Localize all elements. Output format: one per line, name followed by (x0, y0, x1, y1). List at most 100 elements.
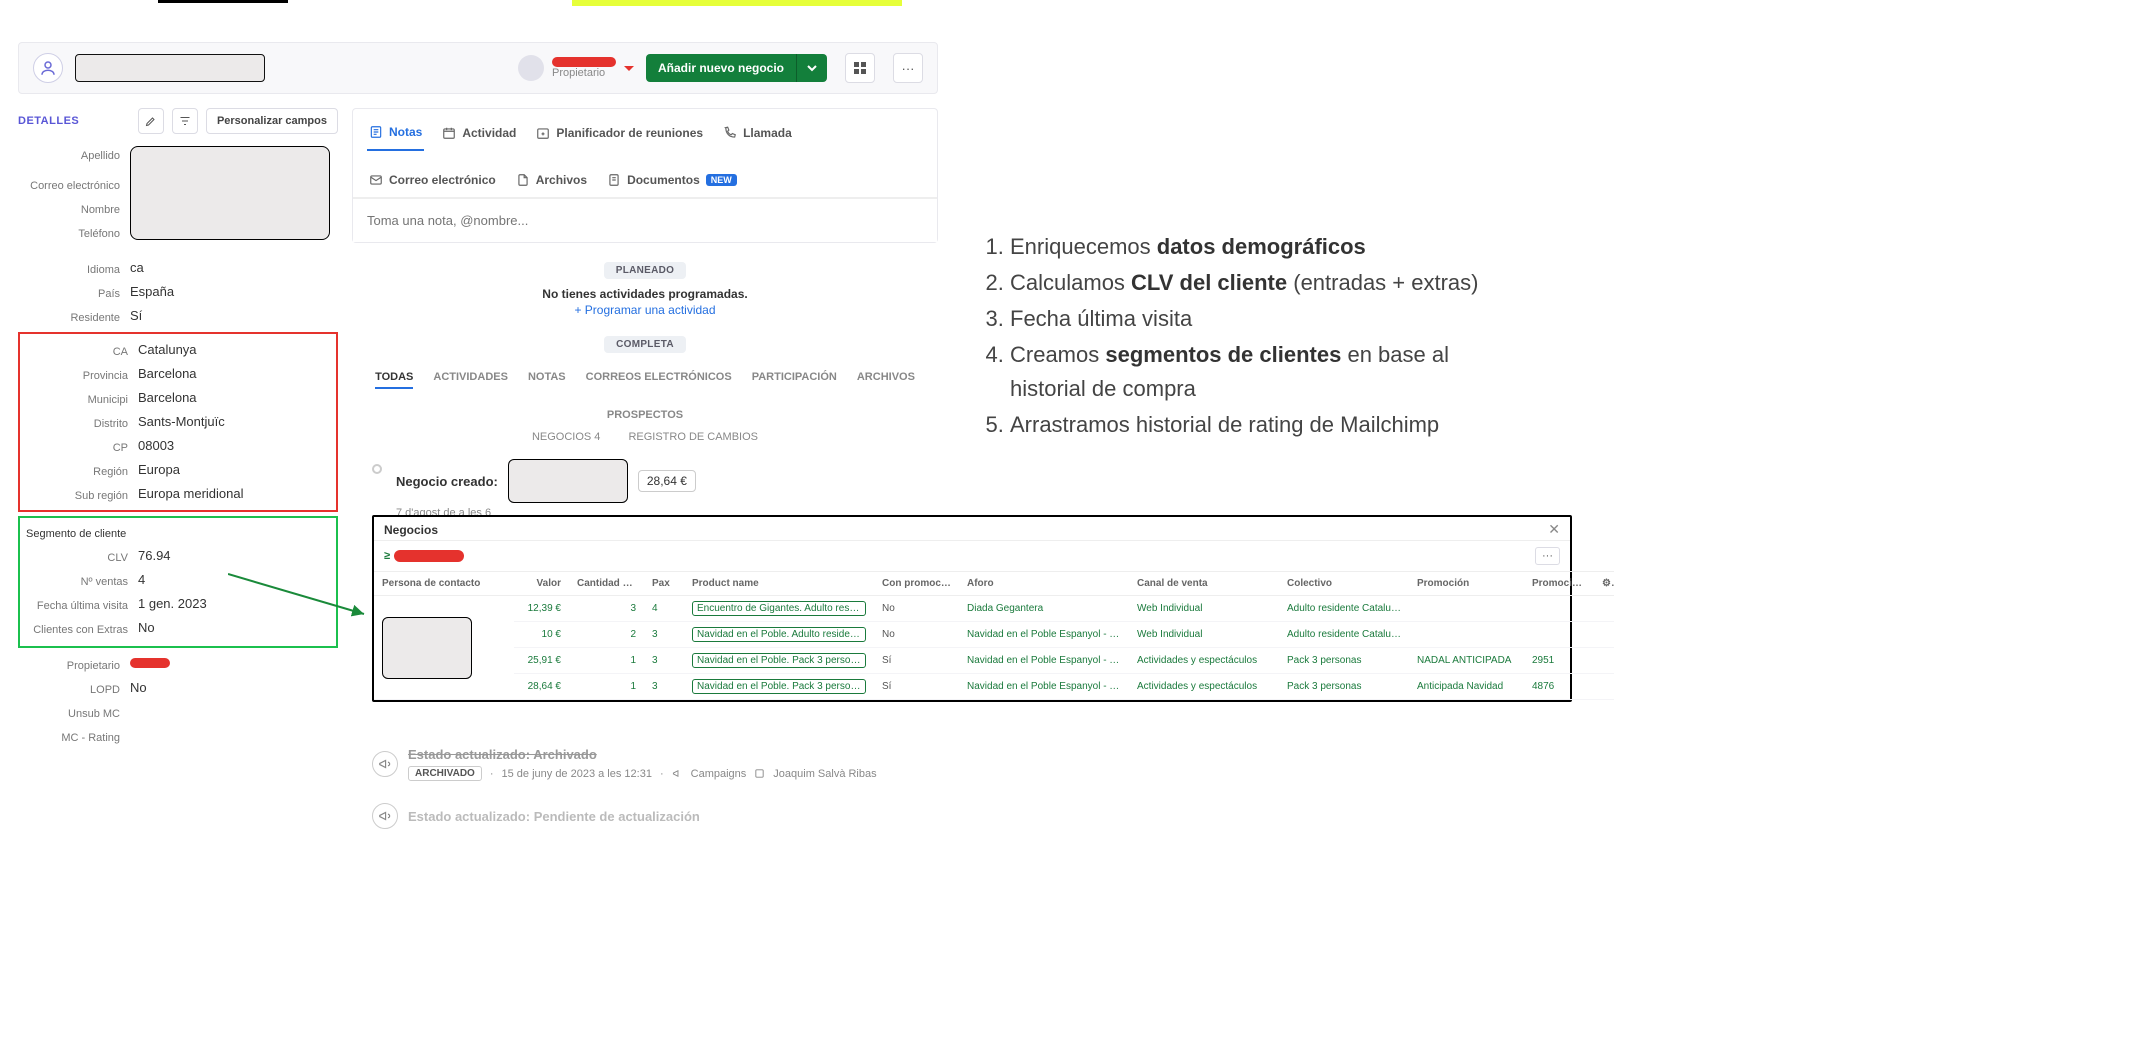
value-residente: Sí (130, 308, 142, 323)
value-idioma: ca (130, 260, 144, 275)
owner-name-redacted (552, 57, 616, 67)
decorative-highlight-yellow (572, 0, 902, 6)
table-row[interactable]: 25,91 €13Navidad en el Poble. Pack 3 per… (374, 648, 1614, 674)
filter-actividades[interactable]: ACTIVIDADES (433, 371, 508, 389)
col-aforo[interactable]: Aforo (959, 572, 1129, 596)
add-deal-button[interactable]: Añadir nuevo negocio (646, 54, 796, 82)
cell-aforo: Diada Gegantera (959, 596, 1129, 622)
owner-dropdown-caret[interactable] (624, 66, 634, 76)
col-contacto[interactable]: Persona de contacto (374, 572, 514, 596)
value-cp: 08003 (138, 438, 174, 453)
table-row[interactable]: 28,64 €13Navidad en el Poble. Pack 3 per… (374, 674, 1614, 700)
contact-name-input[interactable] (75, 54, 265, 82)
filter-archivos[interactable]: ARCHIVOS (857, 371, 915, 389)
note-input[interactable] (353, 198, 937, 242)
tab-notes[interactable]: Notas (367, 119, 424, 151)
deals-more-button[interactable]: ··· (1535, 547, 1560, 565)
col-valor[interactable]: Valor (514, 572, 569, 596)
status-date: 15 de juny de 2023 a les 12:31 (502, 768, 652, 780)
filter-correos[interactable]: CORREOS ELECTRÓNICOS (586, 371, 732, 389)
col-pax[interactable]: Pax (644, 572, 684, 596)
filter-prospectos[interactable]: PROSPECTOS (607, 409, 683, 421)
crm-window: Propietario Añadir nuevo negocio ··· DET… (18, 42, 938, 845)
details-panel: DETALLES Personalizar campos Apellido Co… (18, 108, 338, 845)
cell-cantidad: 1 (569, 648, 644, 674)
value-distrito: Sants-Montjuïc (138, 414, 225, 429)
contact-redacted (382, 617, 472, 679)
view-toggle-button[interactable] (845, 53, 875, 83)
tab-scheduler[interactable]: Planificador de reuniones (534, 120, 705, 150)
gear-icon[interactable]: ⚙ (1594, 572, 1614, 596)
cell-canal: Web Individual (1129, 596, 1279, 622)
subfilter-registro-cambios[interactable]: REGISTRO DE CAMBIOS (628, 431, 758, 443)
megaphone-icon (372, 803, 398, 829)
cell-promocion-id: 2951 (1524, 648, 1594, 674)
tab-files-label: Archivos (536, 173, 587, 187)
tab-email[interactable]: Correo electrónico (367, 167, 498, 197)
table-row[interactable]: 12,39 €34Encuentro de Gigantes. Adulto r… (374, 596, 1614, 622)
cell-con-promocion: Sí (874, 674, 959, 700)
timeline-dot-icon (372, 464, 382, 474)
label-cp: CP (26, 438, 138, 454)
cell-product: Navidad en el Poble. Pack 3 personas (684, 648, 874, 674)
value-region: Europa (138, 462, 180, 477)
cell-aforo: Navidad en el Poble Espanyol - … (959, 622, 1129, 648)
cell-canal: Web Individual (1129, 622, 1279, 648)
arrow-annotation (228, 570, 370, 618)
cell-product: Navidad en el Poble. Pack 3 personas (684, 674, 874, 700)
edit-details-button[interactable] (138, 108, 164, 134)
filter-notas[interactable]: NOTAS (528, 371, 566, 389)
deals-popup: Negocios ✕ ≥ ··· Persona de contacto Val… (372, 515, 1572, 702)
filter-details-button[interactable] (172, 108, 198, 134)
label-clv: CLV (26, 548, 138, 564)
tab-files[interactable]: Archivos (514, 167, 589, 197)
customize-fields-button[interactable]: Personalizar campos (206, 108, 338, 134)
more-actions-button[interactable]: ··· (893, 53, 923, 83)
value-pais: España (130, 284, 174, 299)
value-ca: Catalunya (138, 342, 197, 357)
tab-call[interactable]: Llamada (721, 120, 794, 150)
status-update-row: Estado actualizado: Archivado ARCHIVADO … (372, 747, 918, 781)
col-canal[interactable]: Canal de venta (1129, 572, 1279, 596)
deal-created-label: Negocio creado: (396, 474, 498, 489)
cell-cantidad: 2 (569, 622, 644, 648)
filter-participacion[interactable]: PARTICIPACIÓN (752, 371, 837, 389)
subfilter-negocios[interactable]: NEGOCIOS 4 (532, 431, 600, 443)
col-cantidad[interactable]: Cantidad de ... (569, 572, 644, 596)
cell-pax: 4 (644, 596, 684, 622)
schedule-activity-link[interactable]: + Programar una actividad (574, 303, 715, 317)
table-row[interactable]: 10 €23Navidad en el Poble. Adulto reside… (374, 622, 1614, 648)
geo-fields-highlight-box: CACatalunya ProvinciaBarcelona MunicipiB… (18, 332, 338, 512)
label-unsub-mc: Unsub MC (18, 704, 130, 720)
planned-section-label: PLANEADO (604, 262, 687, 279)
presentation-notes: Enriquecemos datos demográficos Calculam… (960, 230, 1520, 445)
tab-activity-label: Actividad (462, 126, 516, 140)
megaphone-icon (372, 751, 398, 777)
close-icon[interactable]: ✕ (1548, 521, 1560, 538)
add-deal-dropdown[interactable] (796, 54, 827, 82)
label-pais: País (18, 284, 130, 300)
label-nombre: Nombre (18, 200, 130, 216)
label-ca: CA (26, 342, 138, 358)
col-promocion-name[interactable]: Promoción (1409, 572, 1524, 596)
cell-pax: 3 (644, 648, 684, 674)
col-promocion-id[interactable]: Promoción Id (1524, 572, 1594, 596)
col-promocion[interactable]: Con promoción (874, 572, 959, 596)
table-header-row: Persona de contacto Valor Cantidad de ..… (374, 572, 1614, 596)
col-colectivo[interactable]: Colectivo (1279, 572, 1409, 596)
owner-avatar (518, 55, 544, 81)
tab-activity[interactable]: Actividad (440, 120, 518, 150)
value-extras: No (138, 620, 155, 635)
status-title: Estado actualizado: Archivado (408, 747, 918, 762)
label-extras: Clientes con Extras (26, 620, 138, 636)
note-item: Calculamos CLV del cliente (entradas + e… (1010, 266, 1520, 300)
cell-colectivo: Pack 3 personas (1279, 674, 1409, 700)
filter-todas[interactable]: TODAS (375, 371, 413, 389)
cell-cantidad: 1 (569, 674, 644, 700)
cell-promocion-id (1524, 596, 1594, 622)
tab-documents[interactable]: Documentos NEW (605, 167, 739, 197)
col-product[interactable]: Product name (684, 572, 874, 596)
note-item: Creamos segmentos de clientes en base al… (1010, 338, 1520, 406)
cell-valor: 12,39 € (514, 596, 569, 622)
tab-scheduler-label: Planificador de reuniones (556, 126, 703, 140)
